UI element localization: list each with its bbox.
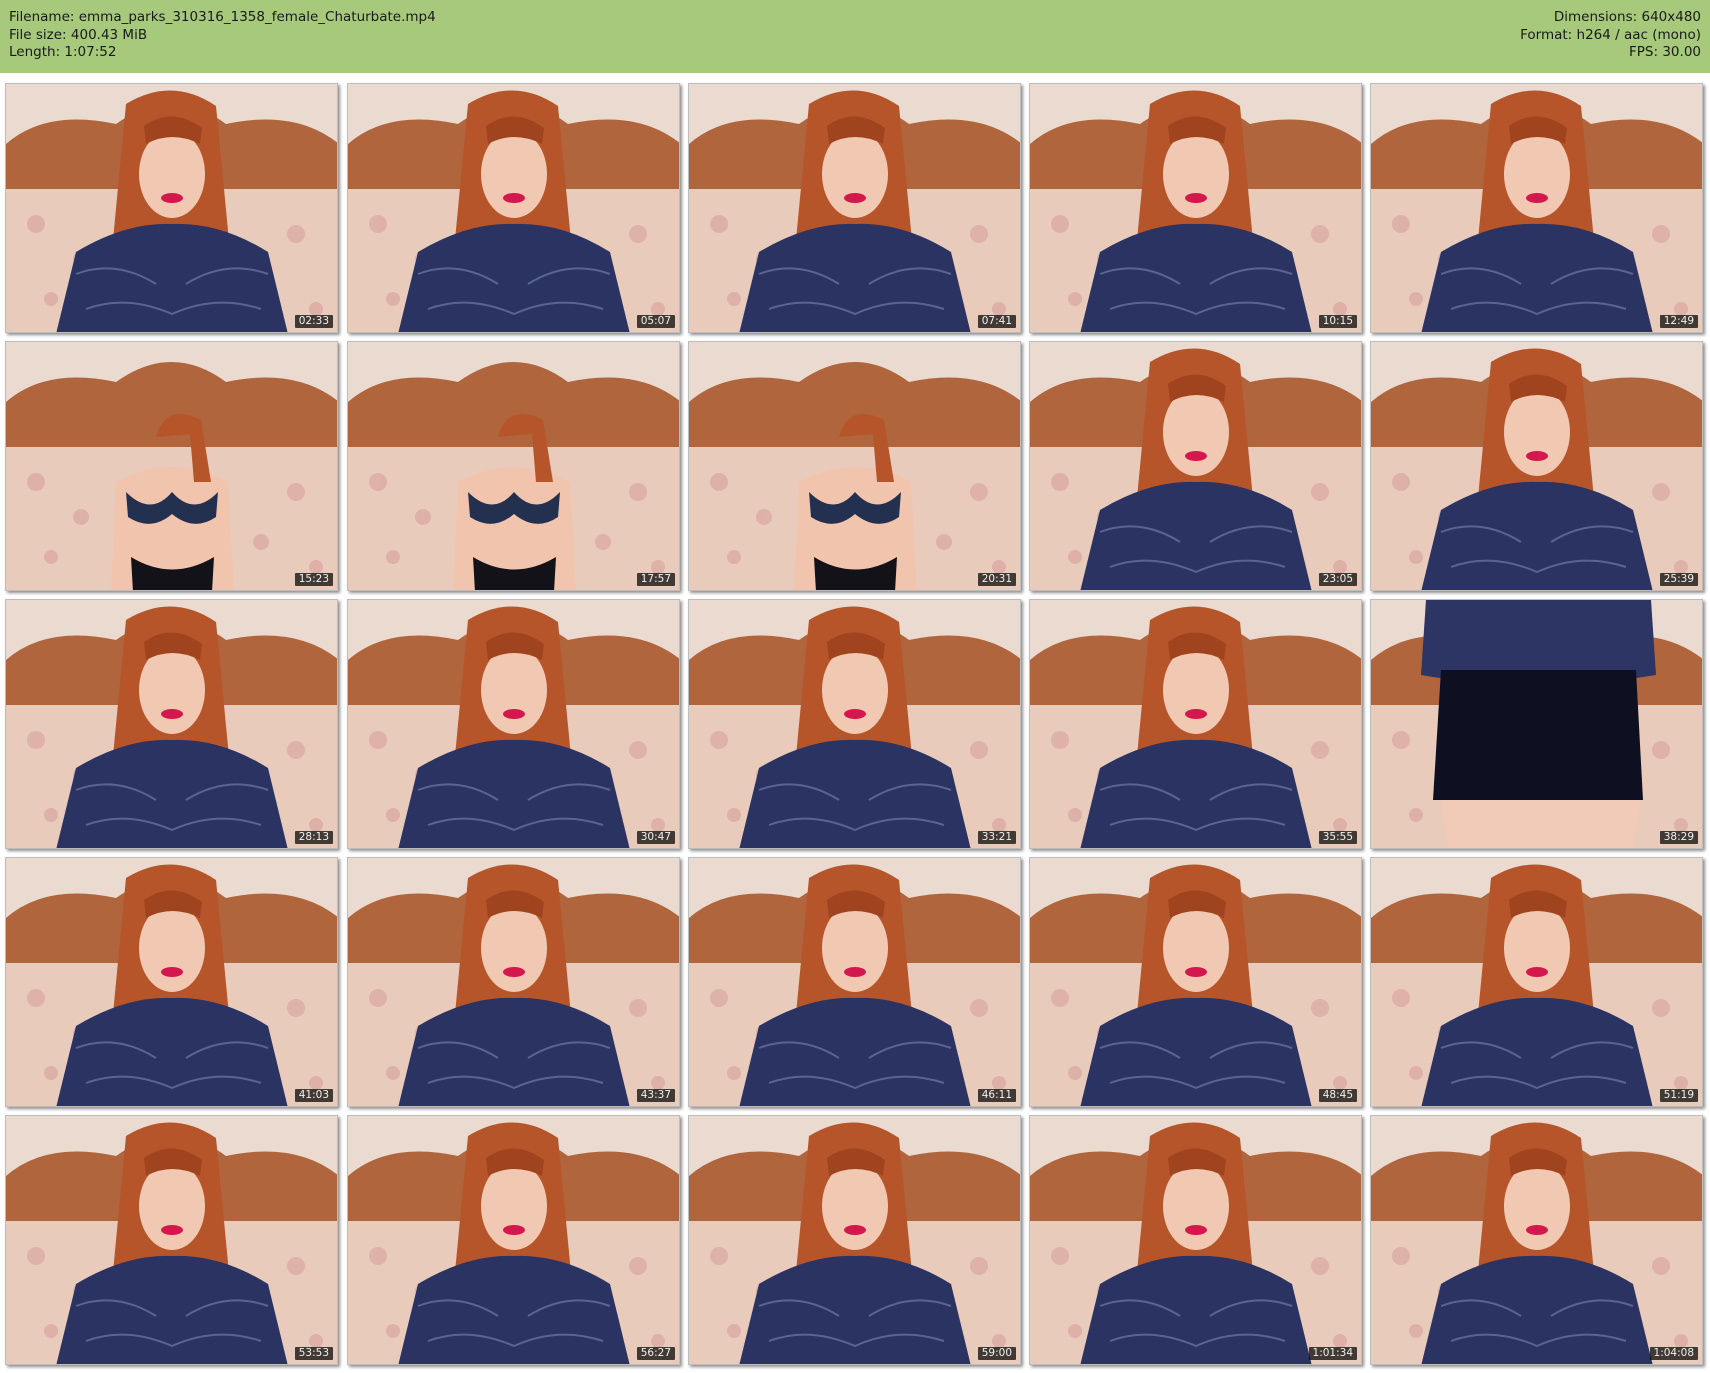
thumbnail-timestamp: 07:41 [977,315,1016,328]
thumbnail-timestamp: 35:55 [1318,831,1357,844]
thumbnail-image [6,1116,337,1364]
video-thumbnail: 35:55 [1029,599,1362,849]
thumbnail-timestamp: 38:29 [1659,831,1698,844]
thumbnail-image [1030,342,1361,590]
video-thumbnail: 10:15 [1029,83,1362,333]
thumbnail-image [1030,1116,1361,1364]
video-thumbnail: 30:47 [347,599,680,849]
video-thumbnail: 25:39 [1370,341,1703,591]
thumbnail-timestamp: 10:15 [1318,315,1357,328]
thumbnail-image [689,600,1020,848]
thumbnail-image [348,858,679,1106]
video-thumbnail: 23:05 [1029,341,1362,591]
thumbnail-grid: 02:33 05:07 07:41 10:15 12:49 15:23 17:57 20:31… [0,0,1710,1373]
thumbnail-image [689,342,1020,590]
video-thumbnail: 38:29 [1370,599,1703,849]
thumbnail-timestamp: 56:27 [636,1347,675,1360]
thumbnail-timestamp: 59:00 [977,1347,1016,1360]
video-thumbnail: 48:45 [1029,857,1362,1107]
thumbnail-timestamp: 15:23 [294,573,333,586]
thumbnail-image [6,600,337,848]
thumbnail-timestamp: 1:01:34 [1308,1347,1357,1360]
thumbnail-image [689,858,1020,1106]
thumbnail-image [1371,600,1702,848]
video-thumbnail: 1:04:08 [1370,1115,1703,1365]
thumbnail-timestamp: 53:53 [294,1347,333,1360]
thumbnail-timestamp: 20:31 [977,573,1016,586]
video-thumbnail: 05:07 [347,83,680,333]
video-thumbnail: 17:57 [347,341,680,591]
video-thumbnail: 53:53 [5,1115,338,1365]
thumbnail-timestamp: 23:05 [1318,573,1357,586]
thumbnail-image [6,342,337,590]
thumbnail-timestamp: 30:47 [636,831,675,844]
thumbnail-image [348,1116,679,1364]
thumbnail-timestamp: 28:13 [294,831,333,844]
video-thumbnail: 12:49 [1370,83,1703,333]
thumbnail-timestamp: 05:07 [636,315,675,328]
thumbnail-image [1030,600,1361,848]
thumbnail-timestamp: 51:19 [1659,1089,1698,1102]
video-thumbnail: 59:00 [688,1115,1021,1365]
video-thumbnail: 46:11 [688,857,1021,1107]
thumbnail-image [348,342,679,590]
thumbnail-image [6,858,337,1106]
thumbnail-image [1371,84,1702,332]
thumbnail-timestamp: 12:49 [1659,315,1698,328]
thumbnail-image [1030,84,1361,332]
thumbnail-timestamp: 25:39 [1659,573,1698,586]
video-thumbnail: 56:27 [347,1115,680,1365]
video-thumbnail: 20:31 [688,341,1021,591]
thumbnail-timestamp: 33:21 [977,831,1016,844]
thumbnail-image [689,1116,1020,1364]
thumbnail-timestamp: 41:03 [294,1089,333,1102]
thumbnail-image [1030,858,1361,1106]
video-thumbnail: 02:33 [5,83,338,333]
thumbnail-image [1371,858,1702,1106]
thumbnail-timestamp: 02:33 [294,315,333,328]
thumbnail-image [348,600,679,848]
thumbnail-timestamp: 46:11 [977,1089,1016,1102]
video-thumbnail: 51:19 [1370,857,1703,1107]
thumbnail-timestamp: 48:45 [1318,1089,1357,1102]
thumbnail-image [1371,342,1702,590]
video-thumbnail: 07:41 [688,83,1021,333]
thumbnail-image [1371,1116,1702,1364]
video-thumbnail: 15:23 [5,341,338,591]
thumbnail-timestamp: 43:37 [636,1089,675,1102]
thumbnail-timestamp: 17:57 [636,573,675,586]
thumbnail-timestamp: 1:04:08 [1649,1347,1698,1360]
video-thumbnail: 33:21 [688,599,1021,849]
thumbnail-image [6,84,337,332]
video-thumbnail: 41:03 [5,857,338,1107]
thumbnail-image [348,84,679,332]
video-thumbnail: 43:37 [347,857,680,1107]
video-thumbnail: 28:13 [5,599,338,849]
video-thumbnail: 1:01:34 [1029,1115,1362,1365]
thumbnail-image [689,84,1020,332]
